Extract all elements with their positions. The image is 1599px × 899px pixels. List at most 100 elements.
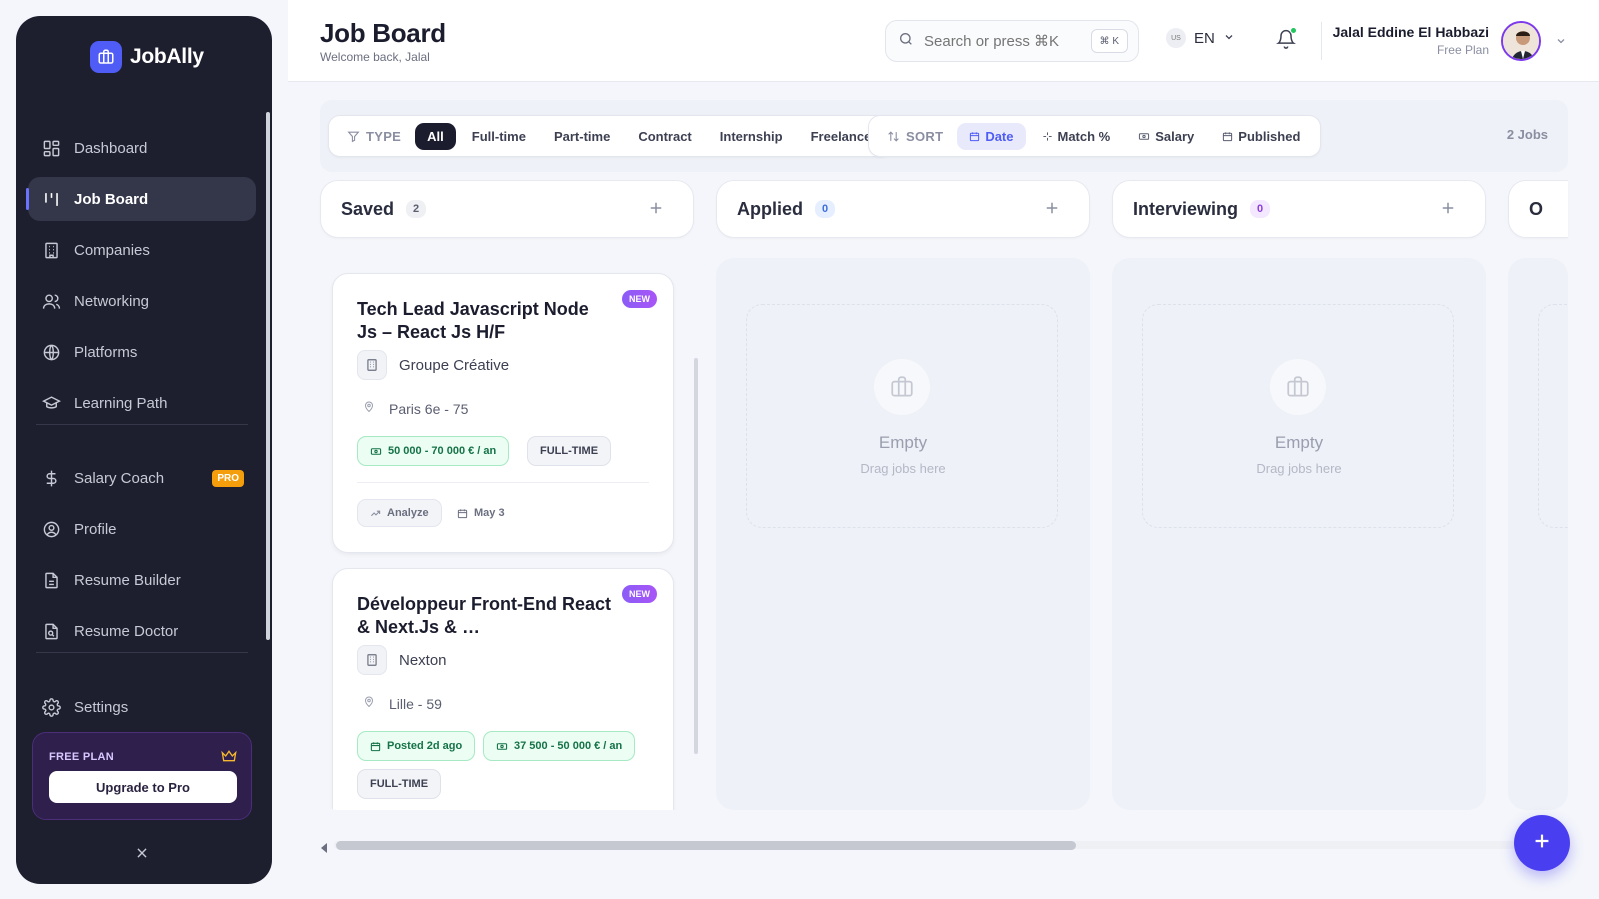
sort-date-label: Date: [985, 128, 1014, 144]
column-count: 0: [815, 200, 836, 218]
empty-title: Empty: [1274, 433, 1324, 452]
job-title[interactable]: Développeur Front-End React & Next.Js & …: [357, 593, 612, 639]
page-title: Job Board: [320, 18, 446, 48]
language-selector[interactable]: US EN: [1166, 28, 1235, 48]
sort-group: SORT Date Match % Salary Published: [868, 115, 1322, 157]
scroll-left-icon[interactable]: [320, 840, 328, 858]
sidebar-item-salary-coach[interactable]: Salary Coach PRO: [28, 456, 256, 500]
sidebar-item-profile[interactable]: Profile: [28, 507, 256, 551]
empty-dropzone[interactable]: [1538, 304, 1568, 528]
job-title[interactable]: Tech Lead Javascript Node Js – React Js …: [357, 298, 612, 344]
file-search-icon: [40, 620, 62, 642]
sidebar-item-label: Job Board: [74, 190, 149, 208]
calendar-icon: [457, 508, 468, 518]
add-icon[interactable]: [1043, 199, 1061, 222]
user-plan: Free Plan: [1436, 43, 1489, 57]
scroll-thumb[interactable]: [336, 841, 1076, 850]
column-title: Interviewing: [1133, 198, 1239, 219]
board-scrollbar[interactable]: [320, 838, 1568, 853]
trend-icon: [370, 510, 381, 516]
pro-badge: PRO: [212, 469, 244, 487]
money-icon: [496, 742, 508, 750]
calendar-icon: [1223, 131, 1233, 141]
sidebar-item-platforms[interactable]: Platforms: [28, 330, 256, 374]
salary-tag: 37 500 - 50 000 € / an: [483, 731, 636, 761]
column-header-applied: Applied 0: [716, 180, 1090, 238]
plan-label: FREE PLAN: [49, 751, 115, 763]
sidebar-item-label: Dashboard: [74, 139, 148, 157]
board-icon: [40, 188, 62, 210]
map-pin-icon: [363, 695, 375, 712]
posted-text: Posted 2d ago: [387, 740, 463, 752]
upgrade-button[interactable]: Upgrade to Pro: [49, 771, 237, 803]
users-icon: [40, 290, 62, 312]
filter-all[interactable]: All: [415, 122, 456, 150]
briefcase-icon: [874, 359, 930, 415]
building-icon: [40, 239, 62, 261]
sidebar-scrollbar[interactable]: [266, 112, 270, 640]
empty-dropzone[interactable]: Empty Drag jobs here: [1142, 304, 1454, 528]
plan-card: FREE PLAN Upgrade to Pro: [32, 732, 252, 820]
dollar-icon: [40, 467, 62, 489]
column-count: 0: [1250, 200, 1271, 218]
sidebar-item-networking[interactable]: Networking: [28, 279, 256, 323]
notifications-button[interactable]: [1276, 27, 1297, 55]
sidebar-item-label: Settings: [74, 698, 129, 716]
sidebar-item-learning-path[interactable]: Learning Path: [28, 381, 256, 425]
add-icon[interactable]: [1439, 199, 1457, 222]
analyze-label: Analyze: [387, 507, 429, 519]
location-row: Lille - 59: [363, 695, 442, 712]
search-input[interactable]: [924, 32, 1084, 50]
money-icon: [370, 447, 382, 455]
money-icon: [1139, 132, 1150, 140]
brand-name: JobAlly: [130, 45, 204, 68]
job-card[interactable]: Tech Lead Javascript Node Js – React Js …: [332, 273, 674, 553]
empty-dropzone[interactable]: Empty Drag jobs here: [746, 304, 1058, 528]
user-name[interactable]: Jalal Eddine El Habbazi: [1333, 24, 1489, 40]
sidebar-item-label: Salary Coach: [74, 469, 165, 487]
empty-subtitle: Drag jobs here: [860, 461, 946, 476]
close-icon[interactable]: [131, 842, 153, 864]
filter-full-time[interactable]: Full-time: [460, 123, 538, 150]
briefcase-icon: [90, 41, 122, 73]
building-icon: [357, 350, 387, 380]
column-header-offer: O: [1508, 180, 1568, 238]
sidebar-item-label: Resume Doctor: [74, 622, 179, 640]
sidebar-item-job-board[interactable]: Job Board: [26, 177, 256, 221]
sidebar-item-companies[interactable]: Companies: [28, 228, 256, 272]
filter-part-time[interactable]: Part-time: [542, 123, 622, 150]
sidebar-item-resume-builder[interactable]: Resume Builder: [28, 558, 256, 602]
sort-date[interactable]: Date: [957, 122, 1026, 150]
analyze-button[interactable]: Analyze: [357, 499, 442, 527]
map-pin-icon: [363, 400, 375, 417]
sort-icon: [888, 130, 899, 142]
column-offer: [1508, 258, 1568, 810]
posted-tag: Posted 2d ago: [357, 731, 476, 761]
sort-published[interactable]: Published: [1210, 123, 1312, 150]
logo[interactable]: JobAlly: [90, 41, 204, 73]
sparkle-icon: [1042, 131, 1052, 141]
sidebar-item-label: Profile: [74, 520, 117, 538]
add-job-button[interactable]: [1514, 815, 1570, 871]
sidebar-item-dashboard[interactable]: Dashboard: [28, 126, 256, 170]
user-circle-icon: [40, 518, 62, 540]
sidebar-item-settings[interactable]: Settings: [28, 685, 256, 729]
sidebar-item-resume-doctor[interactable]: Resume Doctor: [28, 609, 256, 653]
flag-icon: US: [1166, 28, 1186, 48]
column-count: 2: [406, 200, 427, 218]
header-divider: [1321, 22, 1322, 60]
search-box[interactable]: ⌘ K: [885, 20, 1139, 62]
column-scrollbar[interactable]: [694, 358, 698, 754]
sort-match[interactable]: Match %: [1030, 123, 1123, 150]
filter-contract[interactable]: Contract: [626, 123, 703, 150]
avatar[interactable]: [1501, 21, 1541, 61]
company-row: Nexton: [357, 645, 447, 675]
filter-internship[interactable]: Internship: [708, 123, 795, 150]
search-icon: [898, 31, 914, 52]
sort-salary[interactable]: Salary: [1126, 123, 1206, 150]
company-name: Groupe Créative: [399, 356, 510, 374]
add-icon[interactable]: [647, 199, 665, 222]
job-card[interactable]: Développeur Front-End React & Next.Js & …: [332, 568, 674, 810]
chevron-down-icon[interactable]: [1555, 34, 1567, 52]
job-type-tag: FULL-TIME: [527, 436, 612, 466]
